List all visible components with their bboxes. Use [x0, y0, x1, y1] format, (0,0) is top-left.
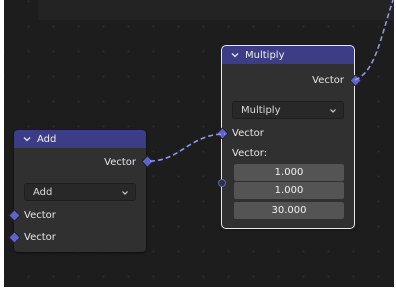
multiply-node[interactable]: Multiply Vector Multiply Vector Vector: … [216, 45, 362, 229]
add-operation-value: Add [33, 186, 53, 198]
vector-y-value: 1.000 [274, 185, 304, 196]
node-editor-canvas[interactable]: Multiply Vector Multiply Vector Vector: … [4, 0, 394, 287]
multiply-output-label: Vector [312, 74, 344, 86]
vector-z-field[interactable]: 30.000 [234, 202, 344, 219]
chevron-down-icon[interactable] [230, 50, 240, 60]
vector-x-field[interactable]: 1.000 [234, 164, 344, 181]
chevron-down-icon[interactable] [22, 134, 32, 144]
add-input-row-2: Vector [14, 230, 146, 244]
multiply-input-label: Vector [232, 127, 264, 139]
multiply-operation-dropdown[interactable]: Multiply [232, 101, 344, 119]
chevron-down-icon [330, 109, 336, 113]
add-output-label: Vector [104, 156, 136, 168]
add-node-title: Add [37, 133, 57, 145]
chevron-down-icon [122, 191, 128, 195]
add-node[interactable]: Add Vector Add Vector Vector [8, 130, 154, 252]
multiply-node-header[interactable]: Multiply [222, 46, 354, 64]
add-output-row: Vector [14, 155, 146, 169]
multiply-vector-socket[interactable] [218, 179, 226, 187]
add-operation-dropdown[interactable]: Add [24, 183, 136, 201]
vector-y-field[interactable]: 1.000 [234, 182, 344, 199]
multiply-operation-value: Multiply [241, 104, 281, 116]
multiply-vector-label-row: Vector: [222, 146, 354, 160]
add-input-label-1: Vector [24, 209, 56, 221]
multiply-vector-label: Vector: [232, 147, 268, 159]
multiply-input-row: Vector [222, 126, 354, 140]
add-node-header[interactable]: Add [14, 130, 146, 148]
add-input-row-1: Vector [14, 208, 146, 222]
multiply-node-title: Multiply [245, 49, 285, 61]
multiply-output-row: Vector [222, 73, 354, 87]
vector-z-value: 30.000 [271, 205, 307, 216]
add-input-label-2: Vector [24, 231, 56, 243]
vector-x-value: 1.000 [274, 167, 304, 178]
editor-header-strip [38, 0, 394, 20]
